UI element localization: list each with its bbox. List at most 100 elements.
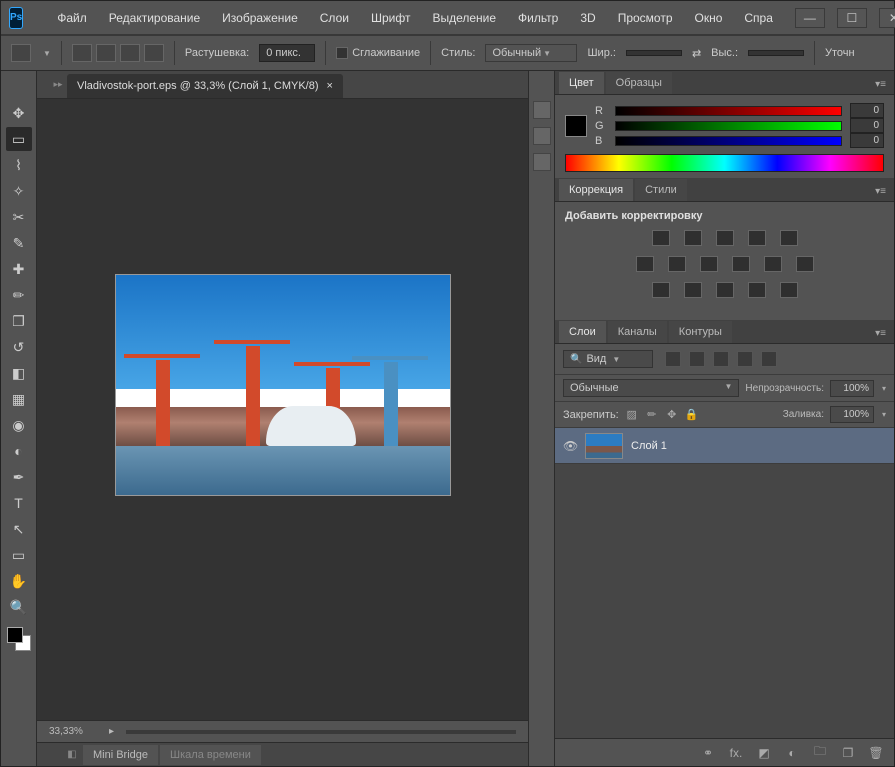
path-selection-tool[interactable]: ↖ xyxy=(6,517,32,541)
curves-icon[interactable] xyxy=(716,230,734,246)
maximize-button[interactable]: ☐ xyxy=(837,8,867,28)
type-tool[interactable]: T xyxy=(6,491,32,515)
bottom-handle-icon[interactable]: ◧ xyxy=(63,749,81,760)
filter-pixel-icon[interactable] xyxy=(665,351,681,367)
close-button[interactable]: ✕ xyxy=(879,8,895,28)
filter-smart-icon[interactable] xyxy=(761,351,777,367)
swap-icon[interactable]: ⇄ xyxy=(692,47,701,60)
add-selection-icon[interactable] xyxy=(96,44,116,62)
add-mask-icon[interactable]: ◩ xyxy=(756,745,772,761)
lock-position-icon[interactable]: ✥ xyxy=(665,408,679,422)
tab-swatches[interactable]: Образцы xyxy=(606,72,672,94)
b-slider[interactable] xyxy=(615,136,842,146)
tab-styles[interactable]: Стили xyxy=(635,179,687,201)
clone-stamp-tool[interactable]: ❐ xyxy=(6,309,32,333)
refine-edge-button[interactable]: Уточн xyxy=(825,47,855,59)
bw-icon[interactable] xyxy=(700,256,718,272)
menu-type[interactable]: Шрифт xyxy=(365,7,416,29)
color-swatches[interactable] xyxy=(7,627,31,651)
canvas-viewport[interactable] xyxy=(37,99,528,720)
r-slider[interactable] xyxy=(615,106,842,116)
tab-channels[interactable]: Каналы xyxy=(608,321,667,343)
width-input[interactable] xyxy=(626,50,682,56)
g-slider[interactable] xyxy=(615,121,842,131)
brush-tool[interactable]: ✏ xyxy=(6,283,32,307)
status-menu-icon[interactable]: ▸ xyxy=(109,726,114,737)
menu-edit[interactable]: Редактирование xyxy=(103,7,206,29)
hand-tool[interactable]: ✋ xyxy=(6,569,32,593)
lock-transparent-icon[interactable]: ▨ xyxy=(625,408,639,422)
chevron-down-icon[interactable]: ▾ xyxy=(882,410,886,419)
hue-sat-icon[interactable] xyxy=(636,256,654,272)
pen-tool[interactable]: ✒ xyxy=(6,465,32,489)
lock-pixels-icon[interactable]: ✏ xyxy=(645,408,659,422)
g-value[interactable]: 0 xyxy=(850,118,884,133)
exposure-icon[interactable] xyxy=(748,230,766,246)
posterize-icon[interactable] xyxy=(684,282,702,298)
menu-file[interactable]: Файл xyxy=(51,7,93,29)
selective-color-icon[interactable] xyxy=(780,282,798,298)
eyedropper-tool[interactable]: ✎ xyxy=(6,231,32,255)
color-spectrum[interactable] xyxy=(565,154,884,172)
panel-menu-icon[interactable]: ▾≡ xyxy=(867,324,894,343)
magic-wand-tool[interactable]: ✧ xyxy=(6,179,32,203)
menu-layers[interactable]: Слои xyxy=(314,7,355,29)
layer-fx-icon[interactable]: fx. xyxy=(728,745,744,761)
menu-filter[interactable]: Фильтр xyxy=(512,7,564,29)
zoom-display[interactable]: 33,33% xyxy=(49,726,109,737)
document-tab[interactable]: Vladivostok-port.eps @ 33,3% (Слой 1, CM… xyxy=(67,74,343,98)
move-tool[interactable]: ✥ xyxy=(6,101,32,125)
subtract-selection-icon[interactable] xyxy=(120,44,140,62)
new-selection-icon[interactable] xyxy=(72,44,92,62)
intersect-selection-icon[interactable] xyxy=(144,44,164,62)
photo-filter-icon[interactable] xyxy=(732,256,750,272)
crop-tool[interactable]: ✂ xyxy=(6,205,32,229)
channel-mixer-icon[interactable] xyxy=(764,256,782,272)
dock-icon-properties[interactable] xyxy=(533,127,551,145)
chevron-down-icon[interactable]: ▾ xyxy=(882,384,886,393)
layer-row[interactable]: 👁 Слой 1 xyxy=(555,428,894,464)
dodge-tool[interactable]: ◐ xyxy=(6,439,32,463)
antialias-checkbox[interactable] xyxy=(336,47,348,59)
r-value[interactable]: 0 xyxy=(850,103,884,118)
tab-adjustments[interactable]: Коррекция xyxy=(559,179,633,201)
marquee-tool[interactable]: ▭ xyxy=(6,127,32,151)
new-layer-icon[interactable]: ❐ xyxy=(840,745,856,761)
vibrance-icon[interactable] xyxy=(780,230,798,246)
menu-image[interactable]: Изображение xyxy=(216,7,304,29)
filter-type-icon[interactable] xyxy=(713,351,729,367)
minimize-button[interactable]: — xyxy=(795,8,825,28)
close-tab-icon[interactable]: × xyxy=(327,80,333,92)
panel-menu-icon[interactable]: ▾≡ xyxy=(867,182,894,201)
blend-mode-select[interactable]: Обычные▼ xyxy=(563,379,739,397)
tab-color[interactable]: Цвет xyxy=(559,72,604,94)
panel-menu-icon[interactable]: ▾≡ xyxy=(867,75,894,94)
style-select[interactable]: Обычный▼ xyxy=(485,44,577,62)
tabs-handle-icon[interactable]: ▸▸ xyxy=(49,71,67,98)
new-adjustment-icon[interactable]: ◐ xyxy=(784,745,800,761)
filter-adjust-icon[interactable] xyxy=(689,351,705,367)
menu-3d[interactable]: 3D xyxy=(574,7,601,29)
tab-paths[interactable]: Контуры xyxy=(669,321,732,343)
menu-select[interactable]: Выделение xyxy=(426,7,502,29)
feather-input[interactable]: 0 пикс. xyxy=(259,44,315,62)
healing-brush-tool[interactable]: ✚ xyxy=(6,257,32,281)
history-brush-tool[interactable]: ↺ xyxy=(6,335,32,359)
tool-preset-icon[interactable] xyxy=(11,44,31,62)
fill-value[interactable]: 100% xyxy=(830,406,874,423)
zoom-tool[interactable]: 🔍 xyxy=(6,595,32,619)
b-value[interactable]: 0 xyxy=(850,133,884,148)
menu-window[interactable]: Окно xyxy=(689,7,729,29)
foreground-swatch[interactable] xyxy=(7,627,23,643)
menu-help[interactable]: Спра xyxy=(738,7,779,29)
gradient-tool[interactable]: ▦ xyxy=(6,387,32,411)
dock-icon-history[interactable] xyxy=(533,101,551,119)
layer-name[interactable]: Слой 1 xyxy=(631,440,667,452)
dock-icon-3d[interactable] xyxy=(533,153,551,171)
layer-thumbnail[interactable] xyxy=(585,433,623,459)
scroll-track[interactable] xyxy=(126,730,516,734)
opacity-value[interactable]: 100% xyxy=(830,380,874,397)
canvas[interactable] xyxy=(115,274,451,496)
filter-shape-icon[interactable] xyxy=(737,351,753,367)
tab-timeline[interactable]: Шкала времени xyxy=(160,745,261,765)
